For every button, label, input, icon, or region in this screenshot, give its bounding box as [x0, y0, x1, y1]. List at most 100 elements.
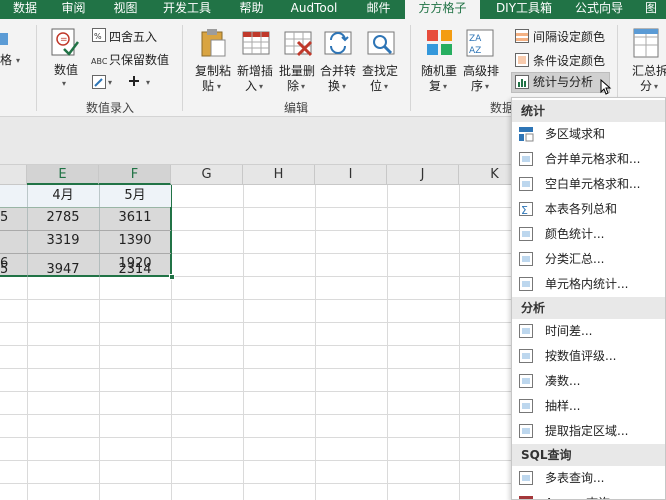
summary-split-label[interactable]: 汇总拆 [632, 64, 666, 78]
merged-cell-sum-icon [518, 151, 534, 167]
batch-delete-label[interactable]: 批量删 [279, 64, 315, 78]
menu-item-label: 时间差... [545, 324, 593, 338]
menu-item-in-cell-stats[interactable]: 单元格内统计... [512, 272, 665, 297]
table-cell[interactable]: 3947 [27, 259, 99, 281]
tab-fangfang[interactable]: 方方格子 [405, 0, 480, 19]
tab-formula-wizard[interactable]: 公式向导 [568, 0, 630, 19]
find-locate-icon [367, 28, 397, 58]
interval-color-button[interactable]: 间隔设定颜色 [533, 30, 605, 44]
menu-item-label: 提取指定区域... [545, 424, 629, 438]
tab-audtool[interactable]: AudTool [282, 0, 346, 19]
summary-split-icon [632, 27, 662, 59]
cond-color-icon [515, 53, 529, 67]
menu-item-sum-match[interactable]: 凑数... [512, 369, 665, 394]
col-line [243, 185, 244, 500]
chevron-down-icon: ▾ [443, 82, 448, 91]
insert-icon [242, 28, 272, 58]
tab-diy-toolbox[interactable]: DIY工具箱 [488, 0, 560, 19]
find-locate-label-2[interactable]: 位 [370, 79, 382, 93]
copy-paste-label[interactable]: 复制粘 [195, 64, 231, 78]
group-label-edit: 编辑 [284, 101, 309, 115]
menu-item-grade-by-value[interactable]: 按数值评级... [512, 344, 665, 369]
advanced-sort-label[interactable]: 高级排 [463, 64, 499, 78]
format-button-label[interactable]: 格 [0, 53, 12, 67]
table-cell[interactable]: 5 [0, 207, 24, 229]
table-cell[interactable]: 5月 [99, 185, 171, 207]
keep-value-icon: ABC [91, 54, 107, 66]
menu-item-label: 颜色统计... [545, 227, 605, 241]
new-insert-label[interactable]: 新增插 [237, 64, 273, 78]
chevron-down-icon[interactable]: ▾ [146, 78, 150, 87]
round-button[interactable]: 四舍五入 [109, 30, 157, 44]
menu-item-time-diff[interactable]: 时间差... [512, 319, 665, 344]
tab-view[interactable]: 视图 [103, 0, 148, 19]
tab-developer[interactable]: 开发工具 [156, 0, 218, 19]
advanced-sort-label-2[interactable]: 序 [471, 79, 483, 93]
chevron-down-icon[interactable]: ▾ [108, 78, 112, 87]
column-header-d[interactable] [0, 165, 27, 185]
table-cell[interactable]: 4月 [27, 185, 99, 207]
new-insert-label-2[interactable]: 入 [245, 79, 257, 93]
merge-convert-label-2[interactable]: 换 [328, 79, 340, 93]
sampling-icon [518, 398, 534, 414]
merge-convert-label[interactable]: 合并转 [320, 64, 356, 78]
table-cell[interactable]: 2785 [27, 207, 99, 229]
batch-delete-label-2[interactable]: 除 [287, 79, 299, 93]
group-divider [36, 25, 37, 111]
menu-item-blank-cell-sum[interactable]: 空白单元格求和... [512, 172, 665, 197]
tab-review[interactable]: 审阅 [51, 0, 96, 19]
menu-item-multi-table-query[interactable]: 多表查询... [512, 466, 665, 491]
sigma-icon: Σ [518, 201, 534, 217]
table-cell[interactable]: 3611 [99, 207, 171, 229]
tab-data[interactable]: 数据 [0, 0, 50, 19]
column-header-e[interactable]: E [27, 165, 99, 185]
column-header-i[interactable]: I [315, 165, 387, 185]
merge-convert-icon [324, 28, 354, 58]
menu-item-extract-area[interactable]: 提取指定区域... [512, 419, 665, 444]
blank-cell-sum-icon [518, 176, 534, 192]
tab-help[interactable]: 帮助 [229, 0, 274, 19]
column-header-j[interactable]: J [387, 165, 459, 185]
stats-analysis-label[interactable]: 统计与分析 [533, 75, 593, 89]
menu-item-sampling[interactable]: 抽样... [512, 394, 665, 419]
column-header-g[interactable]: G [171, 165, 243, 185]
tab-more[interactable]: 图 [636, 0, 666, 19]
find-locate-label[interactable]: 查找定 [362, 64, 398, 78]
chevron-down-icon: ▾ [342, 82, 347, 91]
value-button-label[interactable]: 数值 [54, 63, 78, 77]
menu-item-subtotal[interactable]: 分类汇总... [512, 247, 665, 272]
summary-split-label-2[interactable]: 分 [640, 79, 652, 93]
table-cell[interactable] [0, 230, 24, 252]
chevron-down-icon: ▾ [217, 82, 222, 91]
column-header-h[interactable]: H [243, 165, 315, 185]
svg-text:AZ: AZ [469, 46, 481, 56]
menu-item-multi-area-sum[interactable]: 多区域求和 [512, 122, 665, 147]
round-icon: % [92, 28, 106, 42]
batch-delete-icon [284, 28, 314, 58]
menu-item-merged-cell-sum[interactable]: 合并单元格求和... [512, 147, 665, 172]
menu-item-label: Access查询... [545, 491, 622, 499]
cond-color-button[interactable]: 条件设定颜色 [533, 54, 605, 68]
time-diff-icon [518, 323, 534, 339]
stats-analysis-button[interactable]: 统计与分析 [511, 72, 612, 95]
table-cell[interactable]: 1390 [99, 230, 171, 252]
random-shuffle-label-2[interactable]: 复 [429, 79, 441, 93]
tab-mail[interactable]: 邮件 [356, 0, 401, 19]
plus-icon[interactable] [128, 75, 140, 87]
mouse-cursor-icon [600, 79, 612, 95]
table-cell[interactable]: 2314 [99, 259, 171, 281]
edit-pencil-icon[interactable] [92, 75, 106, 89]
table-cell[interactable]: 5 [0, 259, 24, 281]
in-cell-stats-icon [518, 276, 534, 292]
menu-item-access-query[interactable]: A Access查询... [512, 491, 665, 499]
copy-paste-label-2[interactable]: 贴 [202, 79, 214, 93]
menu-item-label: 按数值评级... [545, 349, 617, 363]
menu-item-color-stats[interactable]: 颜色统计... [512, 222, 665, 247]
menu-item-column-totals[interactable]: Σ 本表各列总和 [512, 197, 665, 222]
random-shuffle-label[interactable]: 随机重 [421, 64, 457, 78]
keep-value-button[interactable]: 只保留数值 [109, 53, 169, 67]
stats-analysis-icon [515, 75, 529, 89]
chevron-down-icon: ▾ [301, 82, 306, 91]
table-cell[interactable]: 3319 [27, 230, 99, 252]
column-header-f[interactable]: F [99, 165, 171, 185]
